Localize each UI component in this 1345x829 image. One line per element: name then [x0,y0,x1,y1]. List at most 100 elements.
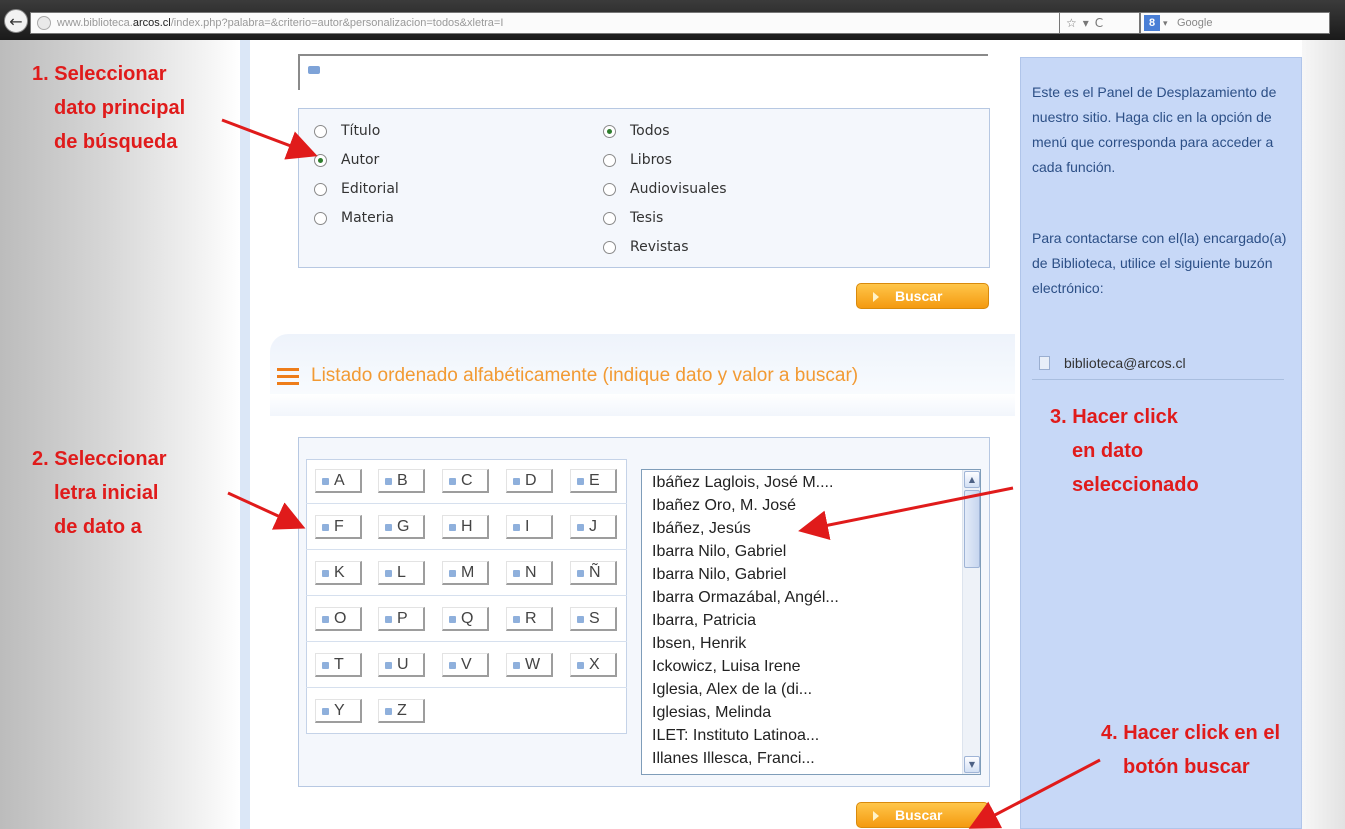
annotation-line: botón buscar [1123,756,1250,778]
list-item[interactable]: Ibañez Oro, M. José [652,497,796,515]
letter-icon [449,662,456,669]
radio-revistas[interactable]: Revistas [603,236,689,258]
list-item[interactable]: Iglesias, Melinda [652,704,771,722]
radio-icon[interactable] [603,211,616,225]
url-path: /index.php?palabra=&criterio=autor&perso… [170,17,504,29]
google-icon: 8 [1144,15,1160,31]
annotation-line: seleccionado [1072,474,1199,496]
letter-button-v[interactable]: V [442,653,489,677]
letter-icon [513,662,520,669]
panel-divider [1032,379,1284,380]
search-button-bottom[interactable]: Buscar [856,802,989,828]
speech-bubble-icon [308,66,320,74]
email-link[interactable]: biblioteca@arcos.cl [1039,352,1186,374]
letter-button-h[interactable]: H [442,515,489,539]
reload-icon[interactable]: C [1095,16,1109,30]
list-item[interactable]: Ibáñez Laglois, José M.... [652,474,833,492]
radio-icon[interactable] [603,153,616,167]
engine-caret-icon[interactable]: ▾ [1163,13,1168,33]
radio-icon[interactable] [314,124,327,138]
radio-todos[interactable]: Todos [603,120,669,142]
radio-selected-icon[interactable] [314,153,327,167]
back-arrow-icon[interactable]: ← [4,9,28,33]
letter-label: C [461,472,473,489]
letter-button-e[interactable]: E [570,469,617,493]
letter-button-f[interactable]: F [315,515,362,539]
letter-button-r[interactable]: R [506,607,553,631]
list-scrollbar[interactable]: ▲ ▼ [962,470,980,774]
letter-button-x[interactable]: X [570,653,617,677]
radio-materia[interactable]: Materia [314,207,394,229]
letter-button-w[interactable]: W [506,653,553,677]
scroll-up-icon[interactable]: ▲ [964,471,980,488]
list-item[interactable]: Ibarra, Patricia [652,612,756,630]
letter-button-o[interactable]: O [315,607,362,631]
search-engine-name: Google [1177,17,1213,29]
results-listbox[interactable]: Ibáñez Laglois, José M.... Ibañez Oro, M… [641,469,981,775]
letter-button-s[interactable]: S [570,607,617,631]
radio-icon[interactable] [603,240,616,254]
letter-button-d[interactable]: D [506,469,553,493]
panel-contact-text: Para contactarse con el(la) encargado(a)… [1032,230,1287,296]
list-item[interactable]: Ickowicz, Luisa Irene [652,658,801,676]
letter-button-u[interactable]: U [378,653,425,677]
letter-button-j[interactable]: J [570,515,617,539]
letter-button-enye[interactable]: Ñ [570,561,617,585]
radio-tesis[interactable]: Tesis [603,207,663,229]
panel-intro-text: Este es el Panel de Desplazamiento de nu… [1032,84,1277,175]
radio-autor[interactable]: Autor [314,149,379,171]
dropdown-icon[interactable]: ▾ [1083,16,1095,30]
letter-button-p[interactable]: P [378,607,425,631]
letter-button-c[interactable]: C [442,469,489,493]
content-border [240,40,250,829]
letter-label: O [334,610,347,627]
radio-icon[interactable] [314,211,327,225]
list-item[interactable]: ILET: Instituto Latinoa... [652,727,819,745]
list-item[interactable]: Illanes Illesca, Franci... [652,750,815,768]
letter-button-y[interactable]: Y [315,699,362,723]
browser-search-field[interactable]: 8 ▾ Google [1140,12,1330,34]
list-item[interactable]: Iglesia, Alex de la (di... [652,681,812,699]
list-item[interactable]: Ibsen, Henrik [652,635,746,653]
letter-button-k[interactable]: K [315,561,362,585]
letter-icon [385,708,392,715]
radio-editorial[interactable]: Editorial [314,178,399,200]
scroll-thumb[interactable] [964,490,980,568]
letter-button-a[interactable]: A [315,469,362,493]
search-input[interactable] [298,54,988,90]
letter-button-z[interactable]: Z [378,699,425,723]
radio-libros[interactable]: Libros [603,149,672,171]
radio-audiovisuales[interactable]: Audiovisuales [603,178,727,200]
list-item[interactable]: Ibarra Ormazábal, Angél... [652,589,839,607]
letter-button-l[interactable]: L [378,561,425,585]
letter-button-q[interactable]: Q [442,607,489,631]
url-host: arcos.cl [132,17,171,29]
url-field[interactable]: www.biblioteca.arcos.cl/index.php?palabr… [30,12,1060,34]
letter-icon [322,570,329,577]
star-icon[interactable]: ☆ [1066,16,1083,30]
scroll-down-icon[interactable]: ▼ [964,756,980,773]
annotation-line: en dato [1072,440,1144,462]
letter-icon [577,478,584,485]
letter-label: Ñ [589,564,601,581]
letter-button-b[interactable]: B [378,469,425,493]
letter-button-g[interactable]: G [378,515,425,539]
letter-button-m[interactable]: M [442,561,489,585]
radio-label: Libros [630,152,672,168]
letter-icon [577,616,584,623]
letter-button-t[interactable]: T [315,653,362,677]
radio-icon[interactable] [314,182,327,196]
globe-icon [37,16,51,30]
radio-icon[interactable] [603,182,616,196]
radio-label: Autor [341,152,380,168]
radio-titulo[interactable]: Título [314,120,380,142]
list-item[interactable]: Ibáñez, Jesús [652,520,751,538]
letter-button-i[interactable]: I [506,515,553,539]
radio-selected-icon[interactable] [603,124,616,138]
letter-button-n[interactable]: N [506,561,553,585]
grid-line [306,595,627,596]
list-item[interactable]: Ibarra Nilo, Gabriel [652,566,786,584]
search-button-top[interactable]: Buscar [856,283,989,309]
letter-icon [513,478,520,485]
list-item[interactable]: Ibarra Nilo, Gabriel [652,543,786,561]
